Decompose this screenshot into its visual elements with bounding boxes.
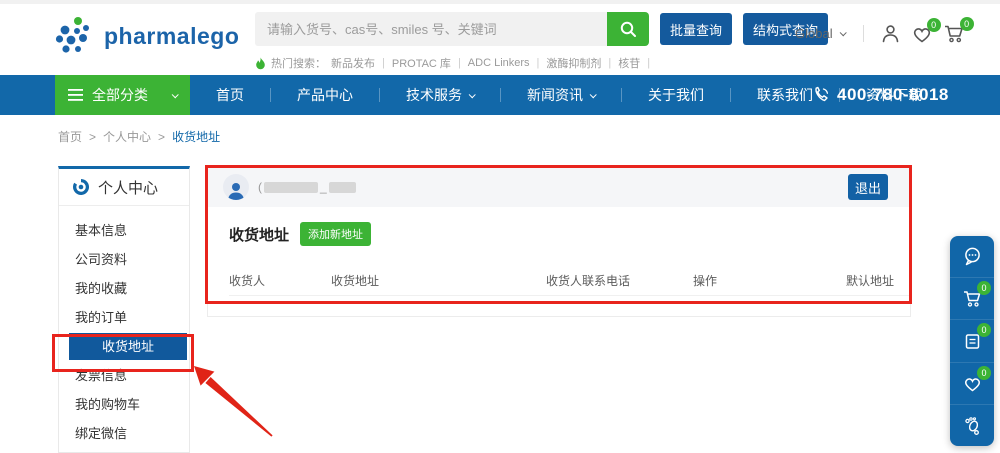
hot-search-item[interactable]: 激酶抑制剂 xyxy=(546,55,601,71)
address-section: 收货地址 添加新地址 收货人 收货地址 收货人联系电话 操作 默认地址 xyxy=(208,207,910,296)
site-header: pharmalego 批量查询 结构式查询 热门搜索： 新品发布| PROTAC… xyxy=(0,4,1000,70)
add-address-button[interactable]: 添加新地址 xyxy=(300,222,371,246)
inquiry-badge: 0 xyxy=(977,323,991,337)
floating-toolbar: 0 0 0 xyxy=(950,236,994,446)
cart-button[interactable]: 0 xyxy=(943,23,966,44)
sidebar-title: 个人中心 xyxy=(98,177,158,198)
toolbar-cart-button[interactable]: 0 xyxy=(950,277,994,319)
search-icon xyxy=(619,20,638,39)
hotline: 400-780-8018 xyxy=(812,75,949,115)
breadcrumb-personal-center[interactable]: 个人中心 xyxy=(103,128,151,145)
chevron-down-icon xyxy=(839,29,846,36)
divider xyxy=(863,25,864,42)
avatar xyxy=(223,174,249,200)
personal-center-sidebar: 个人中心 基本信息 公司资料 我的收藏 我的订单 收货地址 发票信息 我的购物车… xyxy=(58,166,190,453)
user-icon xyxy=(880,23,901,44)
toolbar-favorites-badge: 0 xyxy=(977,366,991,380)
toolbar-cart-badge: 0 xyxy=(977,281,991,295)
chevron-down-icon xyxy=(172,91,179,98)
sidebar-item-invoice-info[interactable]: 发票信息 xyxy=(59,361,189,390)
hot-search-item[interactable]: 新品发布 xyxy=(331,55,375,71)
account-button[interactable] xyxy=(880,23,901,44)
nav-item-services[interactable]: 技术服务 xyxy=(380,75,500,115)
section-title: 收货地址 xyxy=(229,224,289,245)
flame-icon xyxy=(255,57,266,70)
cart-count-badge: 0 xyxy=(960,17,974,31)
account-bar: ( _ 退出 xyxy=(208,167,910,207)
footprint-icon xyxy=(962,415,983,436)
hotline-number: 400-780-8018 xyxy=(837,85,949,105)
nav-item-about[interactable]: 关于我们 xyxy=(622,75,730,115)
chat-icon xyxy=(962,246,983,267)
sidebar-item-cart[interactable]: 我的购物车 xyxy=(59,390,189,419)
footprints-button[interactable] xyxy=(950,404,994,446)
sidebar-header: 个人中心 xyxy=(59,169,189,206)
search-bar: 批量查询 结构式查询 xyxy=(255,12,828,46)
hot-search-row: 热门搜索： 新品发布| PROTAC 库| ADC Linkers| 激酶抑制剂… xyxy=(255,55,652,71)
chevron-down-icon xyxy=(469,91,476,98)
search-input[interactable] xyxy=(255,12,607,46)
redacted-block xyxy=(264,182,318,193)
sidebar-item-basic-info[interactable]: 基本信息 xyxy=(59,216,189,245)
global-selector[interactable]: Global xyxy=(795,26,845,41)
col-actions: 操作 xyxy=(693,272,717,289)
col-phone: 收货人联系电话 xyxy=(546,272,630,289)
inquiry-button[interactable]: 0 xyxy=(950,319,994,361)
search-button[interactable] xyxy=(607,12,649,46)
hot-search-item[interactable]: PROTAC 库 xyxy=(392,55,451,71)
username-masked: ( _ xyxy=(258,180,356,194)
sidebar-item-wechat-binding[interactable]: 绑定微信 xyxy=(59,419,189,448)
favorites-count-badge: 0 xyxy=(927,18,941,32)
hot-search-label: 热门搜索： xyxy=(271,55,326,71)
col-default-address: 默认地址 xyxy=(846,272,894,289)
hot-search-item[interactable]: 核苷 xyxy=(618,55,640,71)
sidebar-item-orders[interactable]: 我的订单 xyxy=(59,303,189,332)
sidebar-item-company-info[interactable]: 公司资料 xyxy=(59,245,189,274)
toolbar-favorites-button[interactable]: 0 xyxy=(950,362,994,404)
sidebar-menu: 基本信息 公司资料 我的收藏 我的订单 收货地址 发票信息 我的购物车 绑定微信 xyxy=(59,206,189,448)
hot-search-item[interactable]: ADC Linkers xyxy=(468,57,530,69)
col-consignee: 收货人 xyxy=(229,272,265,289)
logo[interactable]: pharmalego xyxy=(55,16,239,56)
all-categories-button[interactable]: 全部分类 xyxy=(55,75,190,115)
logo-molecule-icon xyxy=(55,16,95,56)
breadcrumb-home[interactable]: 首页 xyxy=(58,128,82,145)
redacted-block xyxy=(329,182,356,193)
sidebar-item-shipping-address[interactable]: 收货地址 xyxy=(69,333,187,360)
logo-text: pharmalego xyxy=(104,23,239,50)
batch-query-button[interactable]: 批量查询 xyxy=(660,13,732,45)
hamburger-icon xyxy=(68,89,83,101)
avatar-person-icon xyxy=(226,181,246,200)
logout-button[interactable]: 退出 xyxy=(848,174,888,200)
nav-item-products[interactable]: 产品中心 xyxy=(271,75,379,115)
address-table-header: 收货人 收货地址 收货人联系电话 操作 默认地址 xyxy=(229,254,910,296)
shipping-address-panel: ( _ 退出 收货地址 添加新地址 收货人 收货地址 收货人联系电话 操作 默认… xyxy=(207,166,911,317)
breadcrumb: 首页 > 个人中心 > 收货地址 xyxy=(58,128,220,145)
sidebar-item-favorites[interactable]: 我的收藏 xyxy=(59,274,189,303)
annotation-arrow xyxy=(190,362,280,442)
col-address: 收货地址 xyxy=(331,272,379,289)
customer-service-button[interactable] xyxy=(950,236,994,277)
chevron-down-icon xyxy=(590,91,597,98)
favorites-button[interactable]: 0 xyxy=(911,24,933,44)
nav-item-news[interactable]: 新闻资讯 xyxy=(501,75,621,115)
personal-center-icon xyxy=(72,178,90,196)
all-categories-label: 全部分类 xyxy=(92,85,165,105)
nav-item-home[interactable]: 首页 xyxy=(190,75,270,115)
main-navbar: 全部分类 首页 产品中心 技术服务 新闻资讯 关于我们 联系我们 资料下载 40… xyxy=(0,75,1000,115)
phone-icon xyxy=(812,86,830,104)
header-actions: Global 0 0 xyxy=(795,23,976,44)
breadcrumb-current: 收货地址 xyxy=(172,128,220,145)
